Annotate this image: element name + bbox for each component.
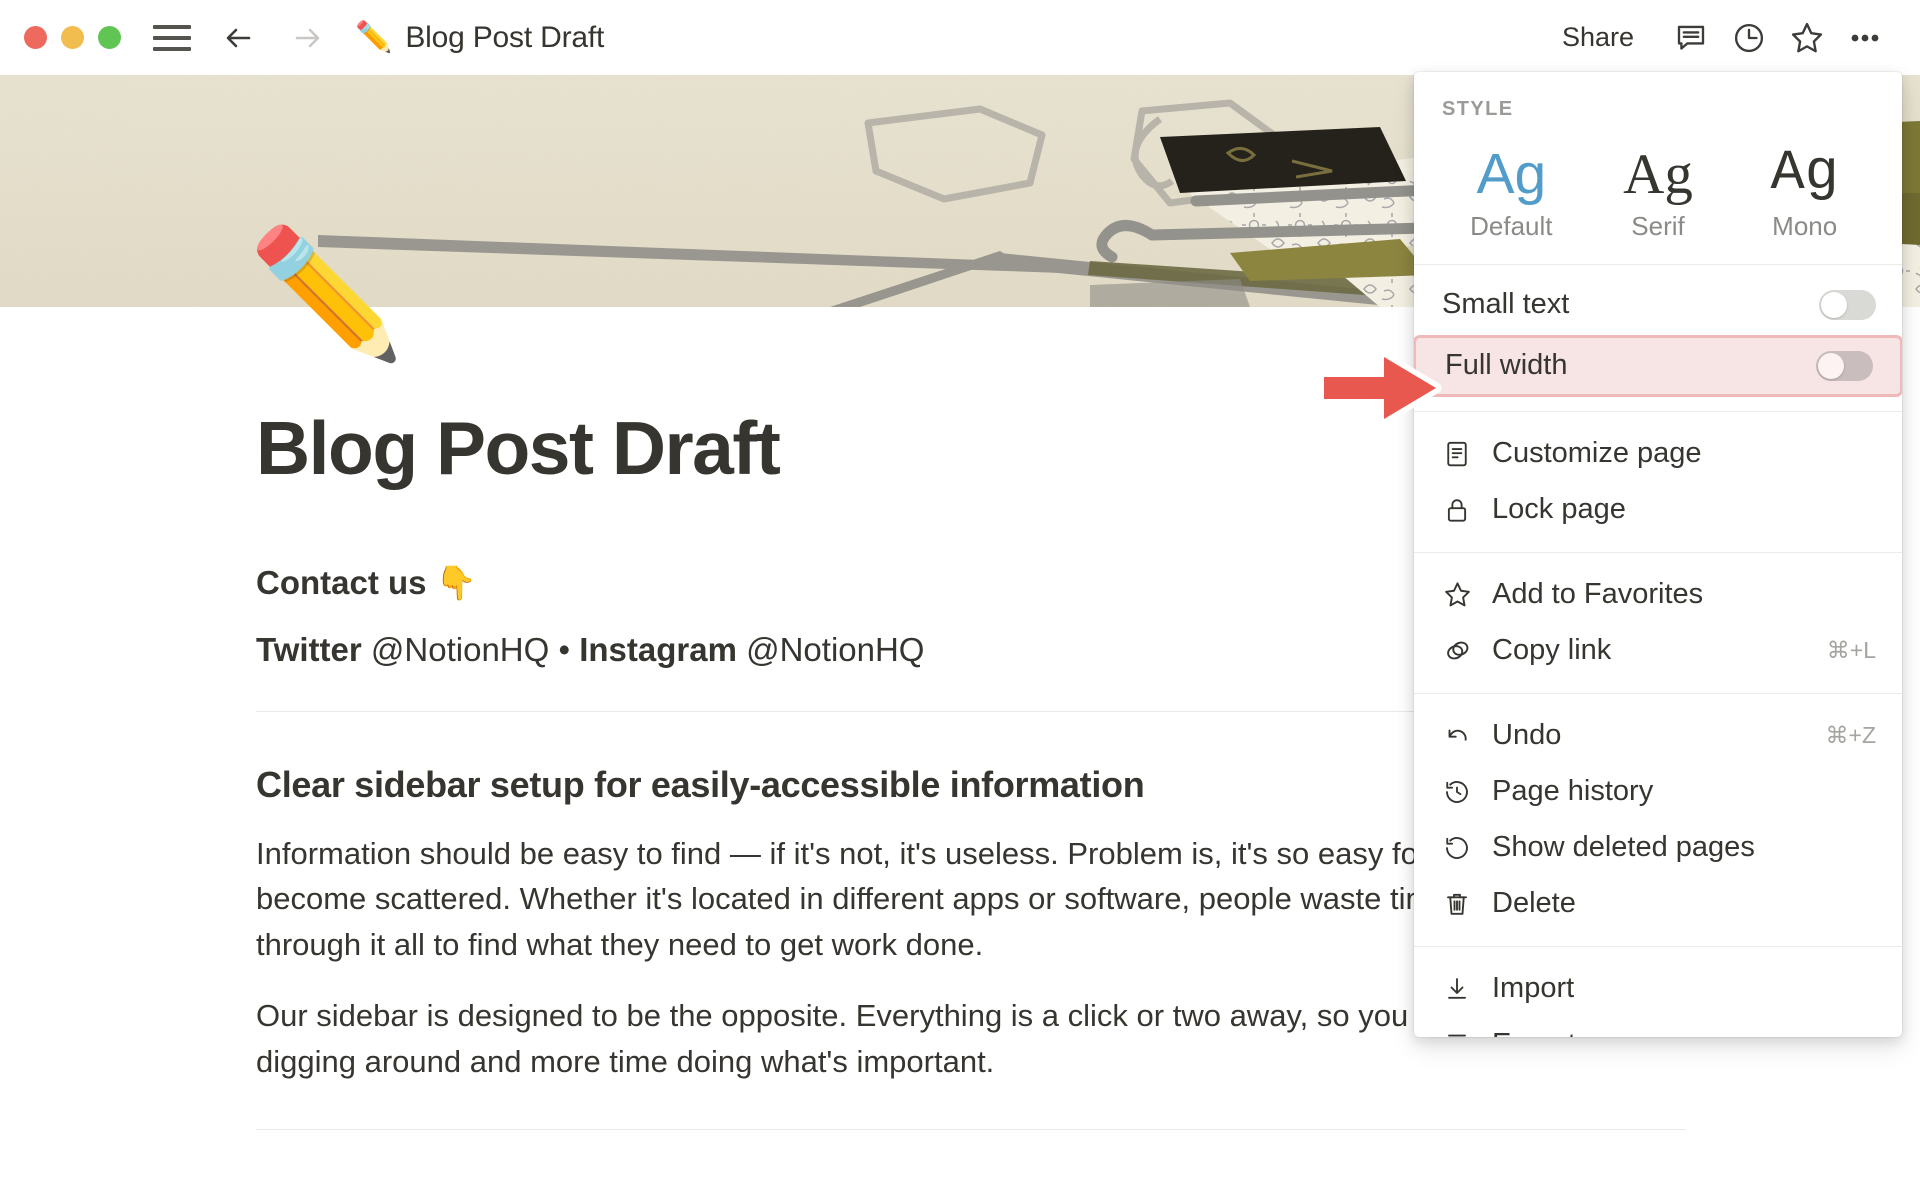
- app-window: ✏️ Blog Post Draft Share ✏️ Blog Post Dr…: [0, 0, 1920, 1200]
- window-controls: [24, 26, 121, 49]
- lock-page-label: Lock page: [1492, 493, 1626, 526]
- contact-heading: Contact us 👇: [256, 563, 477, 601]
- import-icon: [1442, 974, 1482, 1004]
- menu-item-add-to-favorites[interactable]: Add to Favorites: [1414, 567, 1902, 623]
- menu-item-delete[interactable]: Delete: [1414, 876, 1902, 932]
- instagram-handle: @NotionHQ: [736, 630, 925, 668]
- style-name-mono: Mono: [1772, 210, 1838, 241]
- document-icon: [1442, 439, 1482, 469]
- titlebar-page-title: Blog Post Draft: [405, 20, 605, 54]
- more-options-icon[interactable]: [1836, 13, 1894, 63]
- content-divider-2: [256, 1128, 1686, 1130]
- style-name-serif: Serif: [1631, 210, 1685, 241]
- star-icon: [1442, 579, 1482, 610]
- customize-page-label: Customize page: [1492, 437, 1702, 470]
- style-option-mono[interactable]: Ag Mono: [1731, 142, 1878, 242]
- forward-arrow-icon[interactable]: [287, 18, 327, 58]
- small-text-label: Small text: [1442, 288, 1570, 321]
- document: Blog Post Draft Contact us 👇 Twitter @No…: [256, 407, 1686, 1130]
- menu-group-transfer: Import Export: [1414, 947, 1902, 1037]
- full-width-label: Full width: [1445, 349, 1568, 382]
- menu-item-customize-page[interactable]: Customize page: [1414, 426, 1902, 482]
- page-history-label: Page history: [1492, 775, 1654, 808]
- menu-item-export[interactable]: Export: [1414, 1017, 1902, 1037]
- twitter-label: Twitter: [256, 630, 362, 668]
- copy-link-label: Copy link: [1492, 634, 1612, 667]
- style-sample-serif: Ag: [1623, 143, 1693, 206]
- history-icon: [1442, 777, 1482, 807]
- menu-group-history: Undo ⌘+Z Page history Show deleted pages…: [1414, 694, 1902, 946]
- small-text-switch[interactable]: [1819, 289, 1876, 320]
- star-icon[interactable]: [1778, 13, 1836, 63]
- restore-icon: [1442, 833, 1482, 863]
- lock-icon: [1442, 495, 1482, 525]
- import-label: Import: [1492, 972, 1575, 1005]
- contact-handles: Twitter @NotionHQ • Instagram @NotionHQ: [256, 631, 1416, 669]
- add-to-favorites-label: Add to Favorites: [1492, 578, 1704, 611]
- link-icon: [1442, 635, 1482, 666]
- small-text-knob: [1821, 291, 1847, 318]
- style-sample-mono: Ag: [1770, 142, 1839, 206]
- menu-item-import[interactable]: Import: [1414, 961, 1902, 1017]
- undo-icon: [1442, 721, 1482, 751]
- style-options: Ag Default Ag Serif Ag Mono: [1414, 142, 1902, 264]
- style-name-default: Default: [1470, 210, 1553, 241]
- menu-group-share: Add to Favorites Copy link ⌘+L: [1414, 553, 1902, 693]
- share-button[interactable]: Share: [1548, 16, 1648, 59]
- page-title[interactable]: Blog Post Draft: [256, 407, 1416, 490]
- export-label: Export: [1492, 1028, 1876, 1037]
- close-window-button[interactable]: [24, 26, 47, 49]
- instagram-label: Instagram: [579, 630, 737, 668]
- minimize-window-button[interactable]: [61, 26, 84, 49]
- menu-item-undo[interactable]: Undo ⌘+Z: [1414, 708, 1902, 764]
- export-icon: [1442, 1030, 1482, 1037]
- trash-icon: [1442, 889, 1482, 919]
- back-arrow-icon[interactable]: [219, 18, 259, 58]
- comment-icon[interactable]: [1662, 13, 1720, 63]
- clock-icon[interactable]: [1720, 13, 1778, 63]
- undo-shortcut: ⌘+Z: [1825, 722, 1876, 749]
- style-section-label: STYLE: [1442, 98, 1514, 120]
- menu-item-show-deleted-pages[interactable]: Show deleted pages: [1414, 820, 1902, 876]
- style-option-serif[interactable]: Ag Serif: [1585, 145, 1732, 242]
- page-emoji-titlebar: ✏️: [355, 20, 393, 54]
- page-emoji-icon[interactable]: ✏️: [248, 231, 405, 357]
- menu-group-page: Customize page Lock page: [1414, 412, 1902, 552]
- titlebar-actions: Share: [1548, 0, 1894, 75]
- show-deleted-pages-label: Show deleted pages: [1492, 831, 1755, 864]
- copy-link-shortcut: ⌘+L: [1826, 637, 1876, 664]
- menu-item-copy-link[interactable]: Copy link ⌘+L: [1414, 623, 1902, 679]
- menu-item-page-history[interactable]: Page history: [1414, 764, 1902, 820]
- twitter-handle: @NotionHQ: [361, 630, 550, 668]
- style-option-default[interactable]: Ag Default: [1438, 142, 1585, 242]
- toggle-full-width[interactable]: Full width: [1414, 334, 1902, 397]
- full-width-knob: [1818, 352, 1844, 379]
- section-heading: Clear sidebar setup for easily-accessibl…: [256, 763, 1145, 805]
- page-options-menu: STYLE Ag Default Ag Serif Ag Mono Small …: [1414, 72, 1902, 1037]
- menu-item-lock-page[interactable]: Lock page: [1414, 482, 1902, 538]
- style-sample-default: Ag: [1476, 142, 1547, 206]
- sidebar-toggle-icon[interactable]: [153, 23, 191, 53]
- delete-label: Delete: [1492, 887, 1576, 920]
- undo-label: Undo: [1492, 719, 1562, 752]
- maximize-window-button[interactable]: [98, 26, 121, 49]
- contact-separator: •: [558, 630, 571, 668]
- annotation-arrow: [1318, 349, 1444, 432]
- toggle-small-text[interactable]: Small text: [1414, 277, 1902, 333]
- full-width-switch[interactable]: [1816, 350, 1873, 381]
- title-bar: ✏️ Blog Post Draft Share: [0, 0, 1920, 75]
